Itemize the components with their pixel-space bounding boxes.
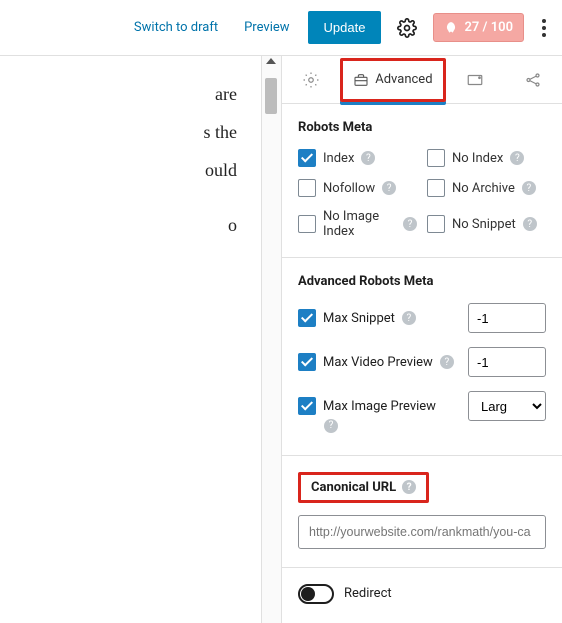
help-icon[interactable]: ? <box>324 419 338 433</box>
max-snippet-input[interactable] <box>468 303 546 333</box>
help-icon[interactable]: ? <box>382 181 396 195</box>
checkbox-index-input[interactable] <box>298 149 316 167</box>
checkbox-max-snippet[interactable] <box>298 309 316 327</box>
settings-icon[interactable] <box>391 12 423 44</box>
tab-schema[interactable] <box>446 56 504 103</box>
checkbox-no-image-index-input[interactable] <box>298 215 316 233</box>
advanced-robots-title: Advanced Robots Meta <box>298 274 546 289</box>
sidebar-tabs: Advanced <box>282 56 562 104</box>
seo-sidebar: Advanced Robots Meta Index ? No Ind <box>281 56 562 623</box>
checkbox-nofollow-input[interactable] <box>298 179 316 197</box>
checkbox-no-archive[interactable]: No Archive ? <box>427 179 546 197</box>
tab-advanced-label: Advanced <box>375 72 432 87</box>
canonical-url-input[interactable] <box>298 515 546 549</box>
update-button[interactable]: Update <box>308 11 382 44</box>
tab-advanced[interactable]: Advanced <box>340 56 445 103</box>
max-video-input[interactable] <box>468 347 546 377</box>
checkbox-no-snippet-input[interactable] <box>427 215 445 233</box>
more-menu-icon[interactable] <box>534 13 554 43</box>
help-icon[interactable]: ? <box>510 151 524 165</box>
seo-score-badge[interactable]: 27 / 100 <box>433 13 524 42</box>
editor-line: s the <box>0 114 237 152</box>
advanced-robots-section: Advanced Robots Meta Max Snippet ? Max V… <box>282 258 562 456</box>
help-icon[interactable]: ? <box>402 311 416 325</box>
checkbox-no-archive-input[interactable] <box>427 179 445 197</box>
card-icon <box>466 71 484 89</box>
checkbox-max-image[interactable] <box>298 397 316 415</box>
editor-topbar: Switch to draft Preview Update 27 / 100 <box>0 0 562 56</box>
tab-general[interactable] <box>282 56 340 103</box>
editor-content[interactable]: are s the ould o <box>0 56 261 623</box>
toolbox-icon <box>353 72 369 88</box>
robots-meta-title: Robots Meta <box>298 120 546 135</box>
checkbox-index[interactable]: Index ? <box>298 149 417 167</box>
rocket-icon <box>444 21 458 35</box>
editor-line: ould <box>0 152 237 190</box>
help-icon[interactable]: ? <box>522 181 536 195</box>
help-icon[interactable]: ? <box>440 355 454 369</box>
canonical-section: Canonical URL ? <box>282 456 562 568</box>
seo-score-text: 27 / 100 <box>464 20 513 35</box>
gear-icon <box>302 71 320 89</box>
checkbox-no-image-index[interactable]: No Image Index ? <box>298 209 417 239</box>
canonical-title: Canonical URL ? <box>298 472 429 503</box>
help-icon[interactable]: ? <box>361 151 375 165</box>
share-icon <box>524 71 542 89</box>
checkbox-no-index-input[interactable] <box>427 149 445 167</box>
editor-line: o <box>0 207 237 245</box>
help-icon[interactable]: ? <box>403 217 417 231</box>
robots-meta-section: Robots Meta Index ? No Index ? Nofollow … <box>282 104 562 258</box>
checkbox-no-snippet[interactable]: No Snippet ? <box>427 209 546 239</box>
editor-line: are <box>0 76 237 114</box>
checkbox-nofollow[interactable]: Nofollow ? <box>298 179 417 197</box>
checkbox-no-index[interactable]: No Index ? <box>427 149 546 167</box>
help-icon[interactable]: ? <box>402 480 416 494</box>
help-icon[interactable]: ? <box>523 217 537 231</box>
tab-social[interactable] <box>504 56 562 103</box>
switch-to-draft-link[interactable]: Switch to draft <box>126 14 226 41</box>
checkbox-max-video[interactable] <box>298 353 316 371</box>
redirect-label: Redirect <box>344 586 392 601</box>
scroll-up-icon[interactable] <box>266 58 276 64</box>
scrollbar[interactable] <box>261 56 281 623</box>
redirect-toggle[interactable] <box>298 584 334 604</box>
scroll-thumb[interactable] <box>265 78 277 114</box>
redirect-section: Redirect <box>282 568 562 620</box>
max-image-select[interactable]: Large <box>468 391 546 421</box>
preview-link[interactable]: Preview <box>236 14 297 41</box>
